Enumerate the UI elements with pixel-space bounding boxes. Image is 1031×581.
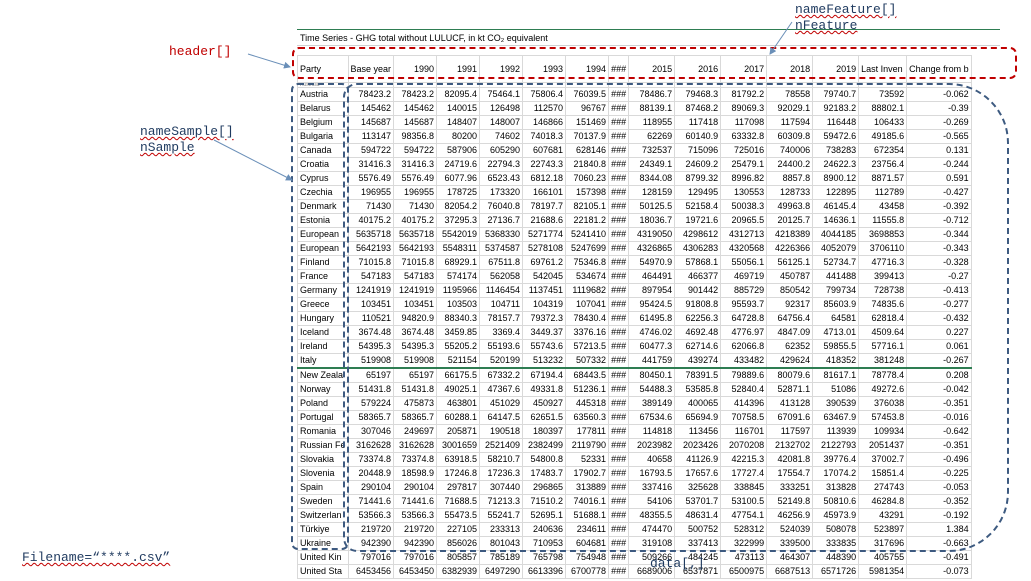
n-feature: nFeature: [795, 18, 896, 34]
name-sample-array: nameSample[]: [140, 124, 234, 140]
annotation-arrows: [0, 0, 1031, 581]
data-label: data[,]: [650, 556, 705, 572]
filename-text: Filename=“****.csv”: [22, 550, 170, 565]
name-feature-array: nameFeature[]: [795, 2, 896, 18]
n-sample: nSample: [140, 140, 234, 156]
name-feature-label: nameFeature[] nFeature: [795, 2, 896, 34]
arrow-name-feature: [770, 22, 792, 54]
header-label: header[]: [169, 44, 231, 60]
arrow-header: [248, 54, 290, 67]
name-sample-label: nameSample[] nSample: [140, 124, 234, 156]
filename-label: Filename=“****.csv”: [22, 550, 170, 566]
